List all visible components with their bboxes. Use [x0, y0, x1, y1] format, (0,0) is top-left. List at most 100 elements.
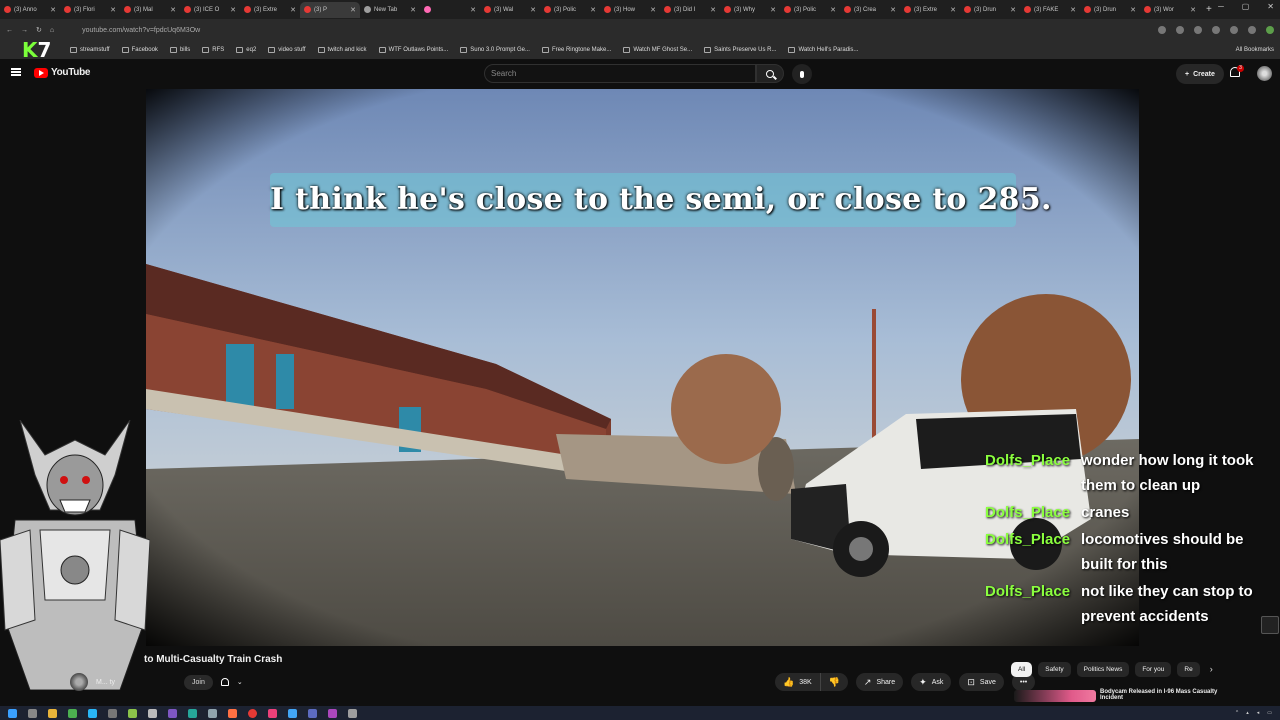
chevron-down-icon[interactable]: ⌄ [237, 678, 243, 686]
browser-tab[interactable]: (3) Polic ✕ [780, 2, 840, 18]
create-button[interactable]: + Create [1176, 64, 1224, 84]
star-icon[interactable] [1176, 26, 1184, 34]
bookmark-item[interactable]: video stuff [268, 47, 306, 53]
close-tab-icon[interactable]: ✕ [530, 6, 536, 14]
close-tab-icon[interactable]: ✕ [50, 6, 56, 14]
app-icon[interactable] [128, 708, 137, 718]
browser-tab[interactable]: (3) ICE O ✕ [180, 2, 240, 18]
app-icon[interactable] [348, 708, 357, 718]
bookmark-item[interactable]: Suno 3.0 Prompt Ge... [460, 47, 530, 53]
network-icon[interactable]: ▴ [1246, 710, 1249, 716]
browser-tab[interactable]: ✕ [420, 2, 480, 18]
url-field[interactable]: youtube.com/watch?v=fpdcUq6M3Ow [82, 27, 200, 34]
side-panel-icon[interactable] [1261, 616, 1279, 634]
app-icon[interactable] [308, 708, 317, 718]
account-avatar[interactable] [1257, 66, 1272, 81]
filter-chip[interactable]: Safety [1038, 662, 1071, 677]
channel-name[interactable]: M... ty [96, 679, 176, 686]
home-icon[interactable]: ⌂ [50, 27, 54, 34]
dislike-button[interactable]: 👎 [819, 673, 848, 691]
browser-tab[interactable]: (3) Flori ✕ [60, 2, 120, 18]
app-icon[interactable] [188, 708, 197, 718]
chips-next-icon[interactable]: › [1206, 662, 1217, 677]
ask-button[interactable]: ✦ Ask [911, 673, 952, 691]
minimize-icon[interactable]: ─ [1218, 2, 1224, 11]
close-tab-icon[interactable]: ✕ [170, 6, 176, 14]
browser-tab[interactable]: New Tab ✕ [360, 2, 420, 18]
browser-tab[interactable]: (3) Mal ✕ [120, 2, 180, 18]
chrome-icon[interactable] [248, 708, 257, 718]
app-icon[interactable] [148, 708, 157, 718]
close-tab-icon[interactable]: ✕ [590, 6, 596, 14]
voice-search-button[interactable] [792, 64, 812, 84]
close-tab-icon[interactable]: ✕ [890, 6, 896, 14]
browser-tab[interactable]: (3) Wal ✕ [480, 2, 540, 18]
close-tab-icon[interactable]: ✕ [1010, 6, 1016, 14]
bookmark-item[interactable]: Saints Preserve Us R... [704, 47, 776, 53]
app-icon[interactable] [328, 708, 337, 718]
recommendation-thumbnail[interactable] [1014, 690, 1096, 702]
maximize-icon[interactable]: ▢ [1242, 2, 1250, 11]
bookmark-item[interactable]: bills [169, 47, 190, 53]
bookmark-item[interactable]: WTF Outlaws Points... [378, 47, 448, 53]
browser-tab[interactable]: (3) Drun ✕ [1080, 2, 1140, 18]
extension-icon[interactable] [1248, 26, 1256, 34]
close-tab-icon[interactable]: ✕ [650, 6, 656, 14]
new-tab-button[interactable]: + [1200, 4, 1218, 15]
like-button[interactable]: 👍 38K [775, 673, 820, 691]
browser-tab[interactable]: (3) Polic ✕ [540, 2, 600, 18]
extension-icon[interactable] [1230, 26, 1238, 34]
volume-icon[interactable]: ◂ [1257, 710, 1260, 716]
browser-tab[interactable]: (3) Crea ✕ [840, 2, 900, 18]
close-tab-icon[interactable]: ✕ [290, 6, 296, 14]
browser-tab[interactable]: (3) Extre ✕ [900, 2, 960, 18]
close-tab-icon[interactable]: ✕ [1070, 6, 1076, 14]
app-icon[interactable] [228, 708, 237, 718]
subscribe-bell-icon[interactable] [220, 678, 229, 686]
all-bookmarks-button[interactable]: All Bookmarks [1236, 47, 1274, 53]
app-icon[interactable] [108, 708, 117, 718]
browser-tab[interactable]: (3) Did I ✕ [660, 2, 720, 18]
close-tab-icon[interactable]: ✕ [350, 6, 356, 14]
bookmark-item[interactable]: Watch MF Ghost Se... [623, 47, 692, 53]
browser-tab[interactable]: (3) FAKE ✕ [1020, 2, 1080, 18]
close-tab-icon[interactable]: ✕ [830, 6, 836, 14]
close-tab-icon[interactable]: ✕ [1130, 6, 1136, 14]
browser-tab[interactable]: (3) Extre ✕ [240, 2, 300, 18]
start-icon[interactable] [8, 708, 17, 718]
filter-chip[interactable]: All [1011, 662, 1033, 677]
browser-tab[interactable]: (3) How ✕ [600, 2, 660, 18]
filter-chip[interactable]: For you [1135, 662, 1172, 677]
app-icon[interactable] [208, 708, 217, 718]
close-tab-icon[interactable]: ✕ [230, 6, 236, 14]
close-tab-icon[interactable]: ✕ [1190, 6, 1196, 14]
browser-tab[interactable]: (3) P ✕ [300, 1, 360, 18]
search-button[interactable] [756, 64, 784, 83]
app-icon[interactable] [268, 708, 277, 718]
youtube-logo[interactable]: YouTube [34, 67, 91, 78]
close-tab-icon[interactable]: ✕ [710, 6, 716, 14]
file-explorer-icon[interactable] [48, 708, 57, 718]
battery-icon[interactable]: ▭ [1267, 710, 1272, 716]
close-tab-icon[interactable]: ✕ [950, 6, 956, 14]
forward-icon[interactable]: → [21, 27, 28, 34]
browser-tab[interactable]: (3) Wor ✕ [1140, 2, 1200, 18]
app-icon[interactable] [168, 708, 177, 718]
join-button[interactable]: Join [184, 674, 213, 690]
app-icon[interactable] [68, 708, 77, 718]
back-icon[interactable]: ← [6, 27, 13, 34]
bookmark-item[interactable]: eq2 [236, 47, 256, 53]
bookmark-item[interactable]: Free Ringtone Make... [541, 47, 611, 53]
bookmark-item[interactable]: streamstuff [70, 47, 110, 53]
bookmark-item[interactable]: RFS [202, 47, 224, 53]
recommendation-title[interactable]: Bodycam Released in I-96 Mass Casualty I… [1100, 689, 1220, 701]
bookmark-item[interactable]: Watch Hell's Paradis... [788, 47, 858, 53]
close-window-icon[interactable]: ✕ [1267, 2, 1274, 11]
search-input[interactable]: Search [484, 64, 756, 83]
profile-icon[interactable] [1266, 26, 1274, 34]
bookmark-item[interactable]: twitch and kick [317, 47, 367, 53]
close-tab-icon[interactable]: ✕ [470, 6, 476, 14]
close-tab-icon[interactable]: ✕ [770, 6, 776, 14]
channel-avatar[interactable] [70, 673, 88, 691]
save-button[interactable]: ⊡ Save [959, 673, 1004, 691]
